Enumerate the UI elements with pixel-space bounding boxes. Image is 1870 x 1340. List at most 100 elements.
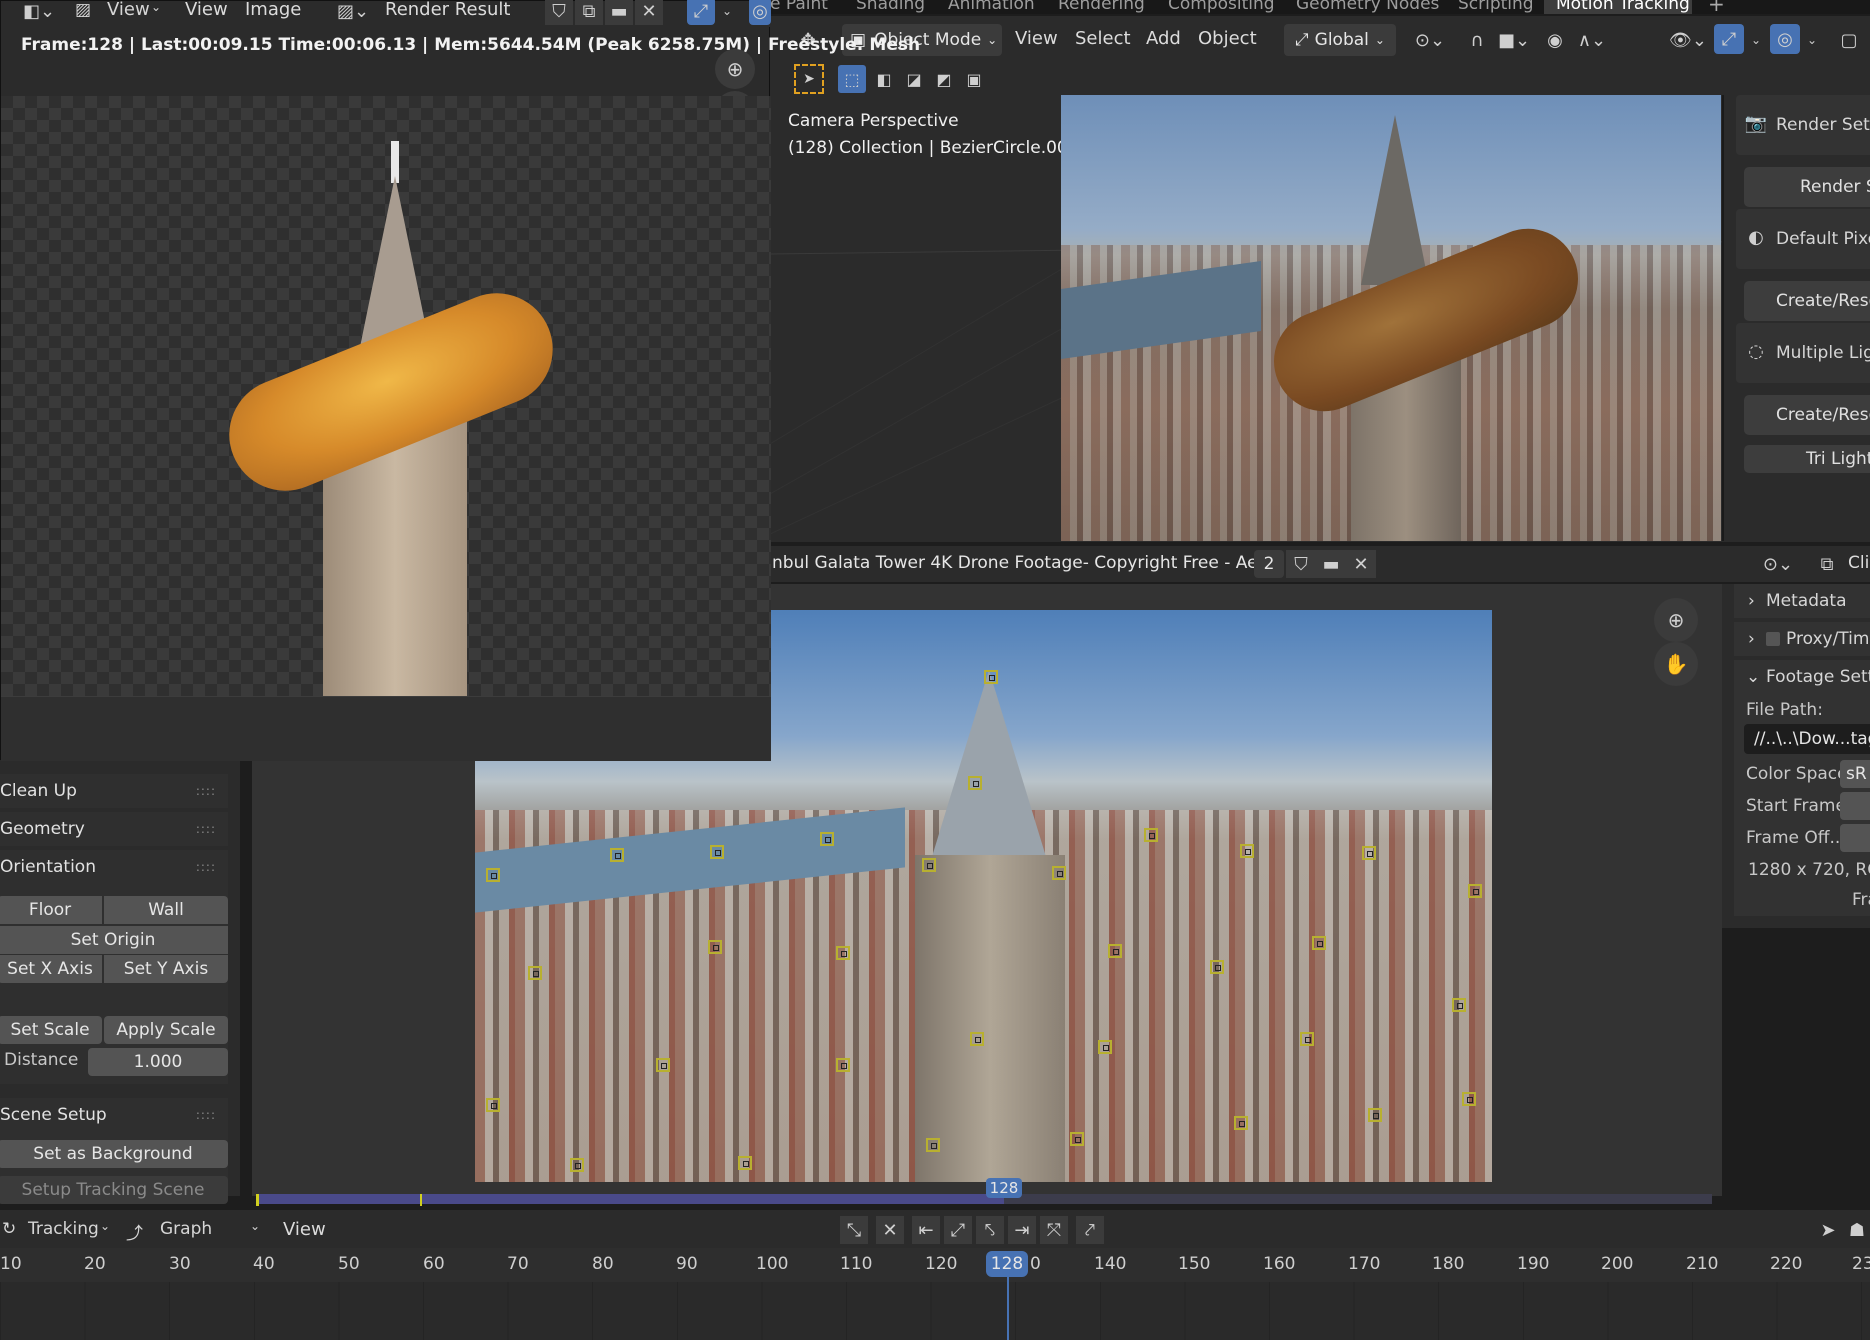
set-origin-button[interactable]: Set Origin — [0, 926, 228, 954]
track-marker[interactable] — [708, 940, 722, 954]
render-menu-view[interactable]: View — [185, 0, 228, 20]
drag-grip-icon[interactable]: :::: — [196, 1108, 216, 1122]
track-marker[interactable] — [1452, 998, 1466, 1012]
set-as-background-button[interactable]: Set as Background — [0, 1140, 228, 1168]
track-marker[interactable] — [710, 845, 724, 859]
graph-tool-icon-5[interactable]: ⤣ — [976, 1216, 1004, 1244]
track-marker[interactable] — [1362, 846, 1376, 860]
track-marker[interactable] — [970, 1032, 984, 1046]
clean-up-panel-header[interactable]: Clean Up:::: — [0, 774, 228, 808]
tab-geometry-nodes[interactable]: Geometry Nodes — [1296, 0, 1439, 14]
proxy-checkbox[interactable] — [1766, 632, 1780, 646]
close-icon[interactable]: ✕ — [635, 0, 663, 25]
graph-view-dropdown[interactable]: ⤴ Graph ⌄ — [126, 1216, 266, 1244]
distance-field[interactable]: 1.000 — [88, 1048, 228, 1076]
track-marker[interactable] — [1462, 1092, 1476, 1106]
track-marker[interactable] — [984, 670, 998, 684]
tab-scripting[interactable]: Scripting — [1458, 0, 1534, 14]
ghost-icon[interactable]: ☗ — [1844, 1216, 1870, 1244]
snap-icon[interactable]: ∩ — [1462, 26, 1492, 54]
render-s-button[interactable]: Render S — [1744, 167, 1870, 207]
track-marker[interactable] — [1098, 1040, 1112, 1054]
clip-name[interactable]: nbul Galata Tower 4K Drone Footage- Copy… — [772, 553, 1274, 573]
xray-icon[interactable]: ▢ — [1834, 26, 1864, 54]
render-menu-view-dropdown[interactable]: ▨ View ⌄ — [75, 0, 165, 25]
add-workspace-icon[interactable]: + — [1708, 0, 1725, 16]
frame-offset-field[interactable] — [1840, 824, 1870, 852]
duplicate-icon[interactable]: ⧉ — [575, 0, 603, 25]
chevron-down-icon[interactable]: ⌄ — [1746, 26, 1766, 54]
falloff-icon[interactable]: ∧⌄ — [1572, 26, 1612, 54]
open-folder-icon[interactable]: ▬ — [1316, 550, 1346, 578]
clip-users-count[interactable]: 2 — [1254, 550, 1284, 578]
proxy-panel-header[interactable]: › Proxy/Timec — [1734, 622, 1870, 656]
track-marker[interactable] — [926, 1138, 940, 1152]
track-marker[interactable] — [1108, 944, 1122, 958]
tab-rendering[interactable]: Rendering — [1058, 0, 1145, 14]
gizmo-toggle-icon[interactable]: ⤢ — [687, 0, 715, 25]
footage-settings-label[interactable]: Footage Settin — [1766, 667, 1870, 687]
lock-icon[interactable]: ⧉ — [1812, 550, 1842, 578]
track-marker[interactable] — [922, 858, 936, 872]
wall-button[interactable]: Wall — [104, 896, 228, 924]
color-space-dropdown[interactable]: sR — [1840, 760, 1870, 788]
graph-tool-icon-7[interactable]: ⤧ — [1040, 1216, 1068, 1244]
viewport-menu-add[interactable]: Add — [1146, 28, 1181, 49]
track-marker[interactable] — [1300, 1032, 1314, 1046]
apply-scale-button[interactable]: Apply Scale — [104, 1016, 228, 1044]
pivot-icon[interactable]: ⊙⌄ — [1410, 26, 1450, 54]
orientation-panel-header[interactable]: Orientation:::: — [0, 850, 228, 884]
start-frame-field[interactable] — [1840, 792, 1870, 820]
create-reset-button-1[interactable]: Create/Rese — [1744, 281, 1870, 321]
track-marker[interactable] — [1144, 828, 1158, 842]
track-marker[interactable] — [836, 946, 850, 960]
proportional-edit-icon[interactable]: ◉ — [1540, 26, 1570, 54]
viewport-menu-object[interactable]: Object — [1198, 28, 1257, 49]
drag-grip-icon[interactable]: :::: — [196, 860, 216, 874]
graph-tool-icon-2[interactable]: ✕ — [876, 1216, 904, 1244]
close-icon[interactable]: ✕ — [1346, 550, 1376, 578]
pan-hand-icon[interactable]: ✋ — [1654, 642, 1698, 686]
set-y-axis-button[interactable]: Set Y Axis — [104, 955, 228, 983]
track-marker[interactable] — [1368, 1108, 1382, 1122]
set-scale-button[interactable]: Set Scale — [0, 1016, 102, 1044]
select-cursor-icon[interactable]: ➤ — [1814, 1216, 1842, 1244]
chevron-down-icon[interactable]: ⌄ — [1802, 26, 1822, 54]
visibility-icon[interactable]: 👁⌄ — [1668, 26, 1708, 54]
track-marker[interactable] — [610, 848, 624, 862]
track-marker[interactable] — [1070, 1132, 1084, 1146]
track-marker[interactable] — [1468, 884, 1482, 898]
graph-tool-icon-1[interactable]: ⤡ — [840, 1216, 868, 1244]
set-x-axis-button[interactable]: Set X Axis — [0, 955, 102, 983]
pivot-icon[interactable]: ⊙⌄ — [1758, 550, 1798, 578]
overlay-toggle-icon[interactable]: ◎ — [749, 0, 771, 25]
tab-motion-tracking[interactable]: Motion Tracking — [1544, 0, 1692, 14]
graph-tool-icon-6[interactable]: ⇥ — [1008, 1216, 1036, 1244]
track-marker[interactable] — [1052, 866, 1066, 880]
editor-type-icon[interactable]: ◧⌄ — [19, 0, 59, 25]
graph-menu-view[interactable]: View — [283, 1219, 326, 1240]
render-image-area[interactable] — [1, 96, 771, 696]
scene-setup-panel-header[interactable]: Scene Setup:::: — [0, 1098, 228, 1132]
render-settings-header[interactable]: 📷 Render Sett — [1736, 95, 1870, 155]
playhead-frame-indicator[interactable]: 128 — [986, 1251, 1028, 1277]
viewport-menu-view[interactable]: View — [1015, 28, 1058, 49]
floor-button[interactable]: Floor — [0, 896, 102, 924]
track-marker[interactable] — [968, 776, 982, 790]
track-marker[interactable] — [836, 1058, 850, 1072]
tab-compositing[interactable]: Compositing — [1168, 0, 1275, 14]
gizmo-toggle-icon[interactable]: ⤢ — [1714, 24, 1744, 54]
render-menu-image[interactable]: Image — [245, 0, 301, 20]
image-browse-icon[interactable]: ▨⌄ — [333, 0, 373, 25]
fake-user-shield-icon[interactable]: ⛉ — [545, 0, 573, 25]
track-marker[interactable] — [1240, 844, 1254, 858]
geometry-panel-header[interactable]: Geometry:::: — [0, 812, 228, 846]
track-marker[interactable] — [738, 1156, 752, 1170]
tab-paint[interactable]: e Paint — [770, 0, 828, 14]
track-marker[interactable] — [1312, 936, 1326, 950]
track-marker[interactable] — [486, 1098, 500, 1112]
open-folder-icon[interactable]: ▬ — [605, 0, 633, 25]
track-marker[interactable] — [528, 966, 542, 980]
chevron-down-icon[interactable]: ⌄ — [1746, 667, 1760, 687]
drag-grip-icon[interactable]: :::: — [196, 822, 216, 836]
